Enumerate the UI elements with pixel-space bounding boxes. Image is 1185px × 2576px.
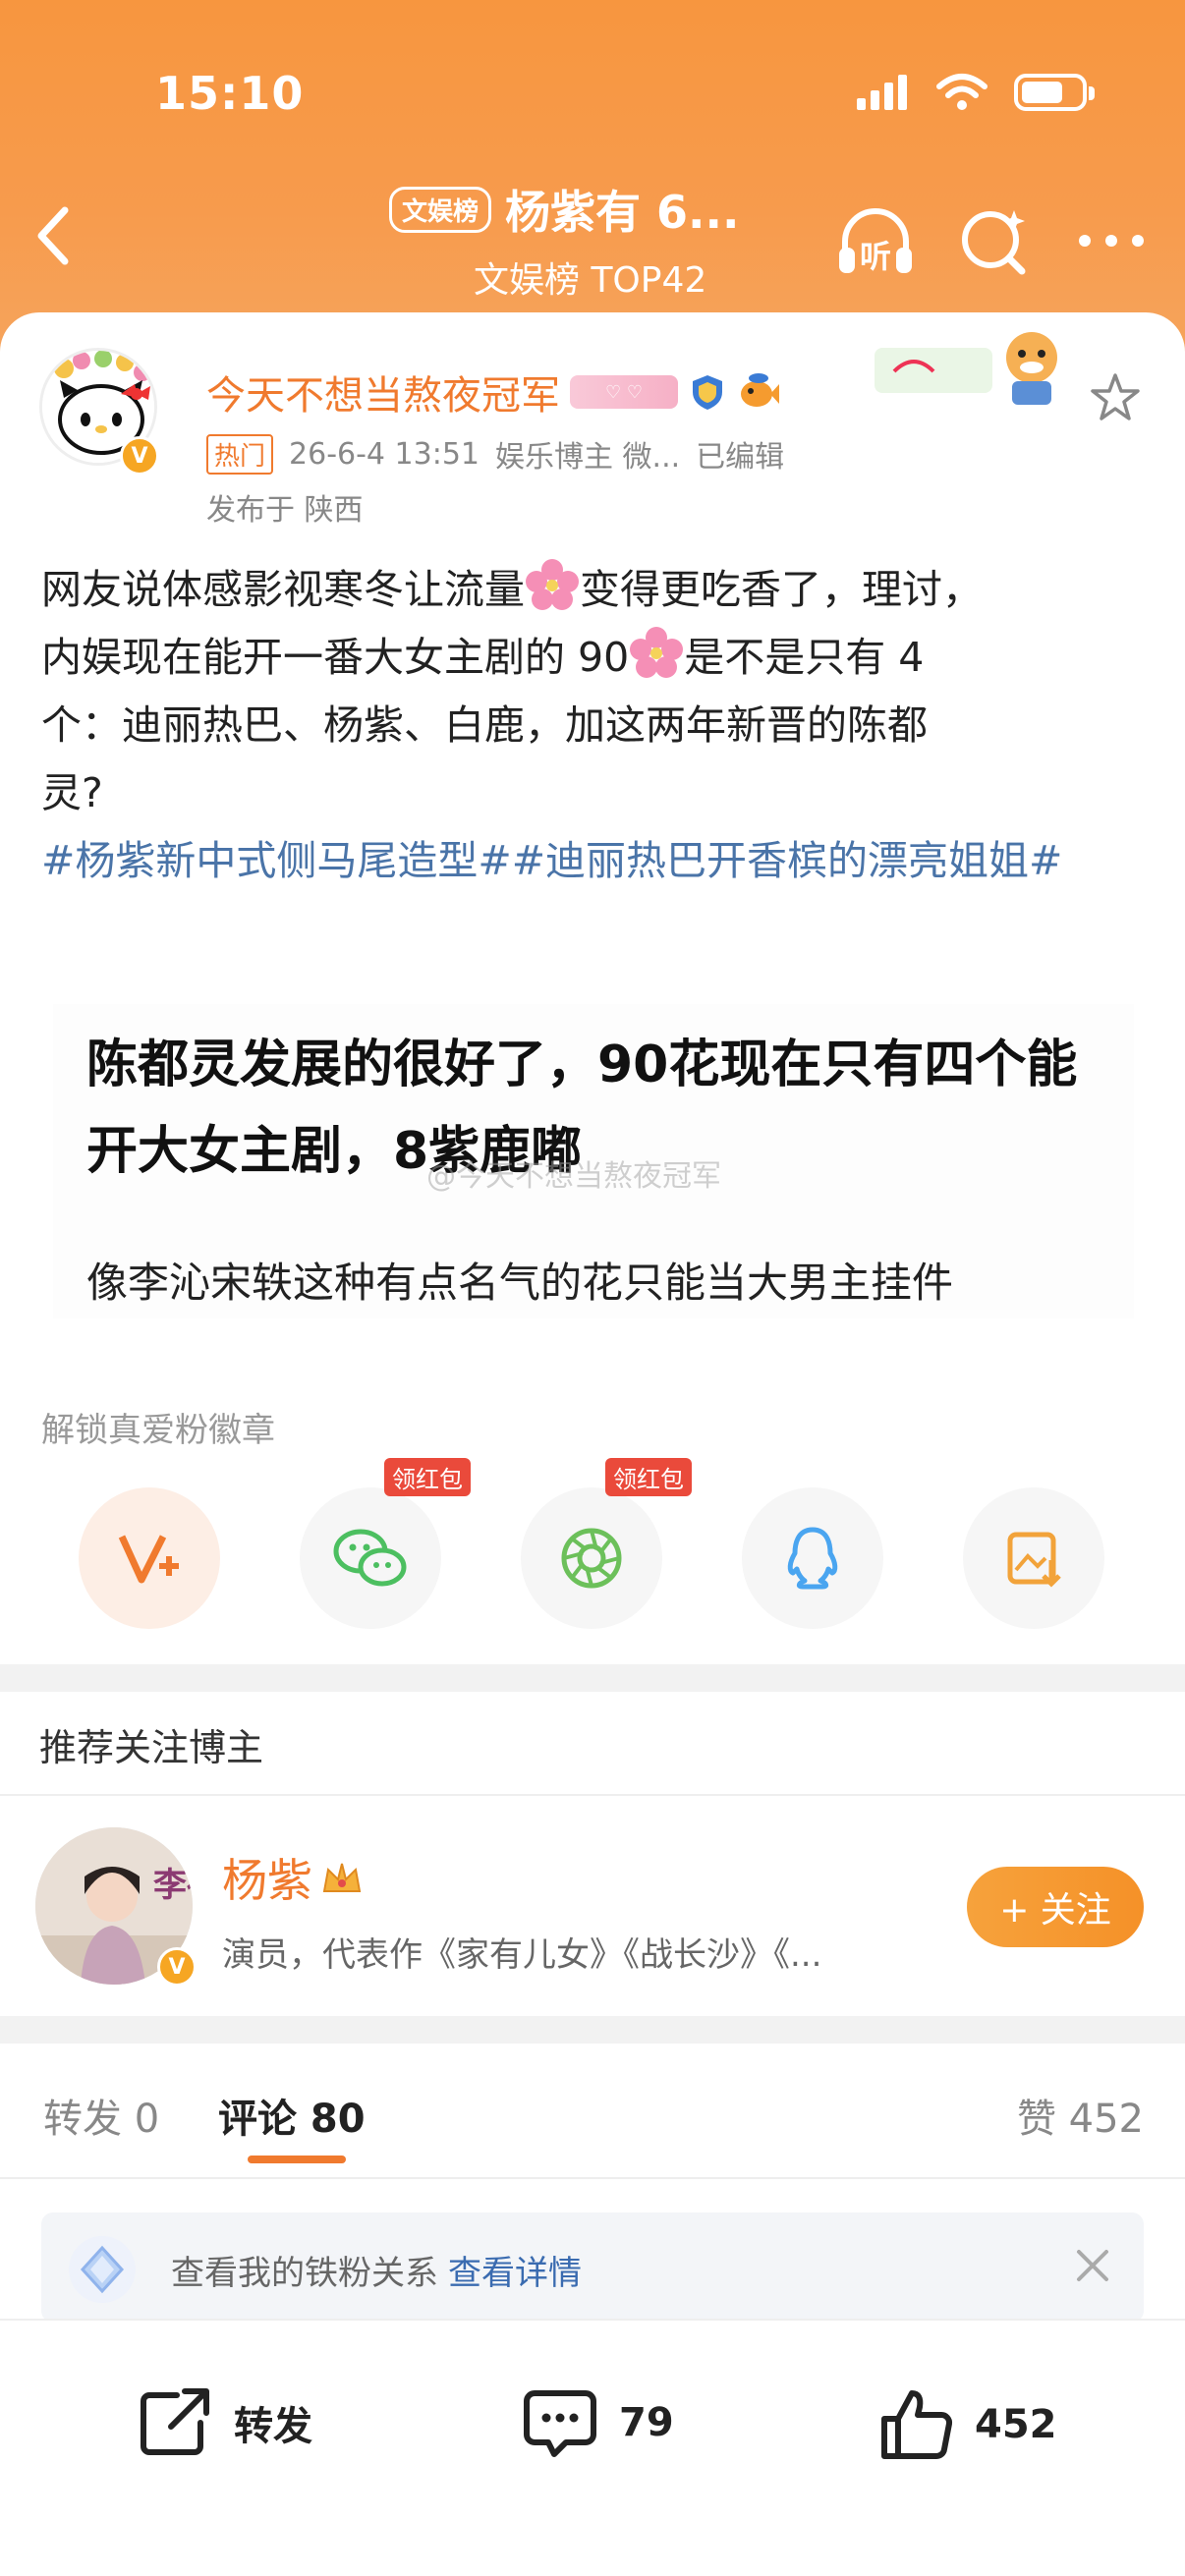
page-title: 杨紫有 6...	[505, 186, 740, 239]
repost-label: 转发	[234, 2404, 312, 2449]
section-divider	[0, 1664, 1185, 1692]
tab-comments[interactable]: 评论 80	[218, 2087, 366, 2144]
post-source: 娱乐博主 微...	[495, 440, 681, 475]
repost-button[interactable]: 转发	[136, 2385, 312, 2460]
shield-badge-icon	[693, 375, 722, 410]
quote-image[interactable]: 陈都灵发展的很好了，90花现在只有四个能开大女主剧，8紫鹿嘟 @今天不想当熬夜冠…	[53, 1004, 1134, 1318]
author-name[interactable]: 今天不想当熬夜冠军 ♡ ♡	[206, 364, 780, 420]
like-count: 452	[975, 2402, 1057, 2447]
post-text-line4: 灵?	[41, 769, 103, 816]
back-button[interactable]	[29, 196, 79, 275]
nav-title-block[interactable]: 文娱榜 杨紫有 6... 文娱榜 TOP42	[389, 177, 802, 303]
ranking-tag: 文娱榜	[389, 186, 492, 233]
post-text-line1b: 变得更吃香了，理讨，	[580, 566, 983, 613]
post-meta: 热门 26-6-4 13:51 娱乐博主 微... 已编辑	[206, 432, 784, 476]
unlock-badge-label[interactable]: 解锁真爱粉徽章	[41, 1403, 275, 1451]
fan-banner-link[interactable]: 查看详情	[448, 2254, 582, 2293]
moments-share-button[interactable]: 领红包	[521, 1458, 692, 1629]
red-packet-tag: 领红包	[384, 1458, 471, 1496]
more-options-icon[interactable]	[1067, 196, 1156, 285]
tab-likes[interactable]: 赞 452	[1017, 2087, 1144, 2144]
recommend-section-title: 推荐关注博主	[39, 1726, 264, 1769]
fan-banner-text: 查看我的铁粉关系 查看详情	[171, 2246, 582, 2294]
quote-subtitle: 像李沁宋轶这种有点名气的花只能当大男主挂件	[86, 1259, 954, 1307]
bottom-action-bar: 转发 79 452	[0, 2319, 1185, 2576]
post-hashtags[interactable]: #杨紫新中式侧马尾造型##迪丽热巴开香槟的漂亮姐姐#	[41, 827, 1152, 895]
follow-button[interactable]: + 关注	[967, 1867, 1144, 1947]
divider	[0, 1794, 1185, 1796]
post-body: 网友说体感影视寒冬让流量 变得更吃香了，理讨， 内娱现在能开一番大女主剧的 90…	[41, 556, 1152, 895]
flower-emoji-icon	[630, 627, 684, 678]
edited-label[interactable]: 已编辑	[696, 432, 784, 476]
section-divider	[0, 2016, 1185, 2044]
eat-melon-sticker	[875, 332, 1057, 405]
qq-share-button[interactable]	[742, 1487, 883, 1629]
comment-icon	[524, 2390, 596, 2457]
recommend-name-text: 杨紫	[222, 1854, 312, 1907]
divider	[0, 2177, 1185, 2179]
active-tab-indicator	[248, 2156, 346, 2163]
qq-icon	[787, 1527, 838, 1590]
wifi-icon	[936, 74, 988, 110]
post-text-line1a: 网友说体感影视寒冬让流量	[41, 566, 525, 613]
image-watermark: @今天不想当熬夜冠军	[426, 1159, 721, 1194]
gem-icon	[69, 2236, 136, 2303]
post-text-line2a: 内娱现在能开一番大女主剧的 90	[41, 634, 630, 681]
verified-badge: V	[157, 1947, 197, 1987]
wechat-icon	[333, 1529, 407, 1587]
author-name-text: 今天不想当熬夜冠军	[206, 373, 560, 419]
repost-icon	[141, 2388, 209, 2455]
comment-button[interactable]: 79	[521, 2385, 674, 2460]
share-row: 领红包 领红包	[79, 1458, 1110, 1635]
search-icon[interactable]	[949, 196, 1038, 285]
post-card	[0, 312, 1185, 1658]
moments-icon	[561, 1528, 622, 1589]
recommend-name[interactable]: 杨紫	[222, 1845, 364, 1910]
post-text-line2b: 是不是只有 4	[684, 634, 925, 681]
status-time: 15:10	[155, 67, 305, 120]
post-location: 发布于 陕西	[206, 493, 364, 528]
signal-icon	[857, 75, 907, 110]
post-text-line3: 个：迪丽热巴、杨紫、白鹿，加这两年新晋的陈都	[41, 701, 928, 749]
vplus-icon	[118, 1535, 179, 1584]
tab-repost[interactable]: 转发 0	[43, 2087, 159, 2144]
recommend-description: 演员，代表作《家有儿女》《战长沙》《...	[222, 1935, 822, 1975]
crown-icon	[322, 1863, 362, 1892]
wechat-share-button[interactable]: 领红包	[300, 1458, 471, 1629]
post-timestamp: 26-6-4 13:51	[289, 436, 480, 472]
save-image-button[interactable]	[963, 1487, 1104, 1629]
listen-headphone-icon[interactable]: 听	[831, 196, 920, 285]
fan-banner-label: 查看我的铁粉关系	[171, 2254, 438, 2293]
favorite-star-icon[interactable]	[1089, 371, 1142, 424]
comment-count: 79	[619, 2400, 674, 2445]
fan-relation-banner[interactable]: 查看我的铁粉关系 查看详情	[41, 2212, 1144, 2323]
verified-badge: V	[120, 436, 159, 476]
avatar-text: 李祯	[153, 1866, 193, 1905]
flower-emoji-icon	[526, 559, 579, 610]
page-subtitle: 文娱榜 TOP42	[474, 260, 707, 301]
member-badge-icon: ♡ ♡	[570, 375, 678, 409]
battery-icon	[1014, 74, 1095, 111]
listen-label: 听	[860, 238, 891, 275]
interaction-tabs: 转发 0 评论 80 赞 452	[0, 2044, 1185, 2173]
like-button[interactable]: 452	[876, 2385, 1057, 2464]
vplus-button[interactable]	[79, 1487, 220, 1629]
top-header: 15:10 文娱榜 杨紫有 6... 文娱榜 TOP42 听	[0, 0, 1185, 354]
fish-badge-icon	[741, 373, 779, 407]
hot-tag: 热门	[206, 433, 274, 475]
status-icons	[855, 73, 1095, 112]
red-packet-tag: 领红包	[605, 1458, 692, 1496]
thumbs-up-icon	[881, 2390, 953, 2460]
author-avatar[interactable]: V	[39, 334, 163, 476]
close-icon[interactable]	[1071, 2244, 1114, 2287]
save-image-icon	[1007, 1532, 1061, 1588]
